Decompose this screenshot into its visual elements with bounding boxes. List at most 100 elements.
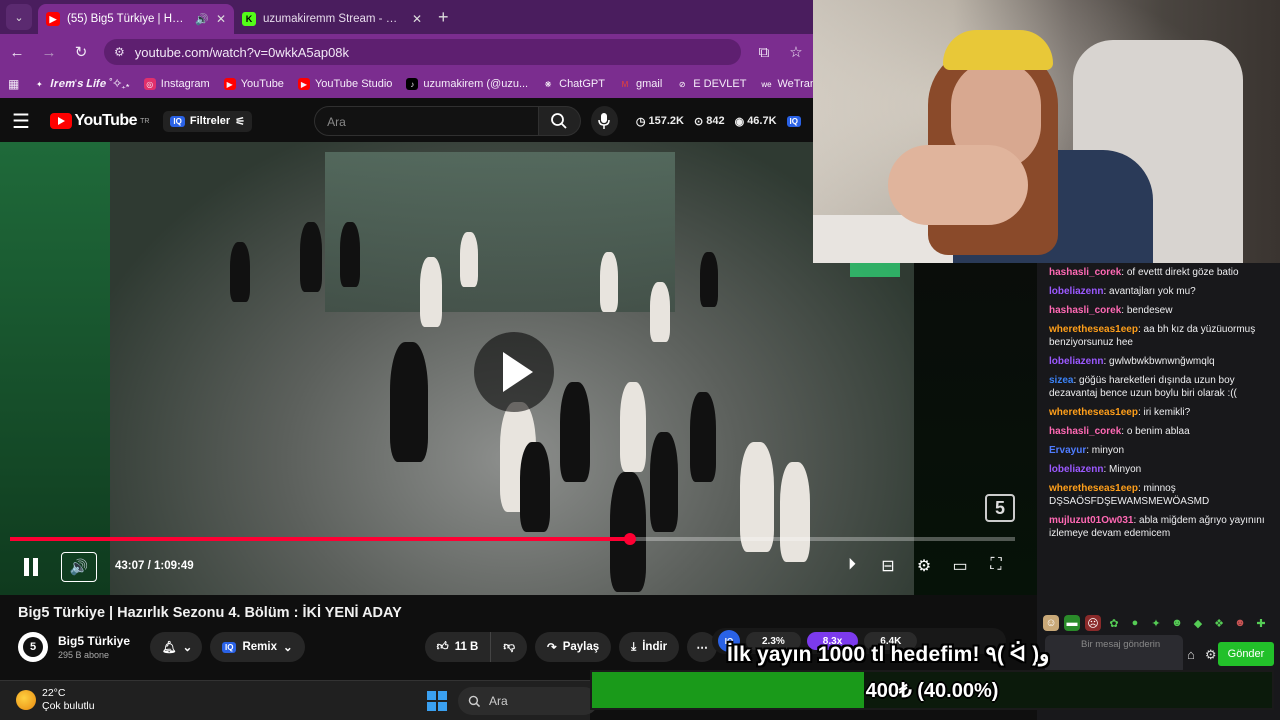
emote-icon[interactable]: ☻	[1232, 615, 1248, 631]
chat-text: : gwlwbwkbwnwnğwmqlq	[1103, 356, 1215, 367]
menu-hamburger-icon[interactable]: ☰	[12, 109, 38, 134]
emote-icon[interactable]: ☹	[1085, 615, 1101, 631]
settings-gear-icon[interactable]: ⚙	[1205, 647, 1217, 663]
emote-icon[interactable]: ◆	[1190, 615, 1206, 631]
chat-username[interactable]: lobeliazenn	[1049, 286, 1103, 297]
chat-username[interactable]: mujluzut01Ow031	[1049, 515, 1133, 526]
share-button[interactable]: ↷ Paylaş	[535, 632, 612, 662]
chat-username[interactable]: sizea	[1049, 375, 1073, 386]
send-button[interactable]: Gönder	[1218, 642, 1274, 666]
theater-mode-icon[interactable]: ▭	[950, 556, 970, 576]
chat-username[interactable]: lobeliazenn	[1049, 356, 1103, 367]
subtitles-icon[interactable]: ⊟	[878, 556, 898, 576]
chat-message: wheretheseas1eep: iri kemikli?	[1049, 403, 1275, 422]
chat-username[interactable]: hashasli_corek	[1049, 426, 1121, 437]
chatgpt-icon: ❋	[544, 79, 552, 89]
chat-username[interactable]: wheretheseas1eep	[1049, 483, 1138, 494]
chat-username[interactable]: hashasli_corek	[1049, 267, 1121, 278]
chat-username[interactable]: wheretheseas1eep	[1049, 407, 1138, 418]
bookmark-gmail[interactable]: Mgmail	[619, 78, 663, 90]
emote-icon[interactable]: ☻	[1169, 615, 1185, 631]
dislike-button[interactable]: 👎︎	[491, 632, 528, 662]
chat-username[interactable]: hashasli_corek	[1049, 305, 1121, 316]
reload-icon[interactable]: ↻	[72, 43, 90, 61]
progress-scrubber[interactable]	[624, 533, 637, 545]
fullscreen-icon[interactable]: ⛶	[986, 556, 1006, 576]
pause-icon[interactable]	[20, 552, 42, 582]
video-frame-left	[0, 142, 110, 595]
forward-arrow-icon[interactable]: →	[40, 44, 58, 61]
tiktok-icon: ♪	[406, 78, 419, 90]
tab-youtube[interactable]: ▶ (55) Big5 Türkiye | Hazırlık S 🔊 ✕	[38, 4, 234, 34]
youtube-logo[interactable]: YouTube TR	[49, 112, 150, 130]
video-dancer	[620, 382, 646, 472]
bookmark-wetransfer[interactable]: we WeTransfe	[760, 78, 813, 90]
emote-icon[interactable]: ●	[1127, 615, 1143, 631]
apps-grid-icon[interactable]: ▦	[8, 77, 19, 91]
bookmark-edevlet[interactable]: ⊘ E DEVLET	[676, 78, 747, 90]
close-tab-icon[interactable]: ✕	[412, 12, 422, 26]
back-arrow-icon[interactable]: ←	[8, 44, 26, 61]
windows-start-icon[interactable]	[427, 691, 447, 711]
taskbar-search[interactable]: Ara	[458, 687, 598, 715]
filters-button[interactable]: IQ Filtreler ⚟	[163, 110, 253, 132]
channel-name[interactable]: Big5 Türkiye	[58, 634, 130, 648]
emote-icon[interactable]: ❖	[1211, 615, 1227, 631]
weather-widget[interactable]: 22°C Çok bulutlu	[16, 687, 95, 713]
chat-text: : avantajları yok mu?	[1103, 286, 1196, 297]
notification-bell-button[interactable]: 🔔︎ ⌄	[150, 632, 203, 662]
bookmark-star-icon[interactable]: ☆	[787, 43, 805, 61]
new-tab-plus-icon[interactable]: +	[438, 7, 449, 28]
bookmark-youtube-studio[interactable]: ▶ YouTube Studio	[297, 78, 392, 90]
tab-search-dropdown[interactable]: ⌄	[6, 4, 32, 30]
channel-avatar[interactable]: 5	[18, 632, 48, 662]
search-input[interactable]: Ara	[314, 106, 539, 136]
chat-username[interactable]: wheretheseas1eep	[1049, 324, 1138, 335]
like-button[interactable]: 👍︎ 11 B	[424, 632, 492, 662]
more-dots-icon: ⋯	[696, 642, 708, 654]
cast-icon[interactable]: ⧉	[755, 44, 773, 61]
voice-search-button[interactable]	[590, 106, 618, 136]
stream-chat: hashasli_corek: of evettt direkt göze ba…	[1037, 263, 1280, 720]
volume-icon[interactable]: 🔊	[61, 552, 97, 582]
iq-badge-icon[interactable]: IQ	[786, 115, 801, 127]
emote-icon[interactable]: ✚	[1253, 615, 1269, 631]
site-settings-icon[interactable]: ⚙	[114, 45, 125, 59]
bookmark-chatgpt[interactable]: ❋ ChatGPT	[542, 78, 605, 90]
big-play-button[interactable]	[474, 332, 554, 412]
autoplay-toggle-icon[interactable]: ⏵	[842, 556, 862, 576]
youtube-studio-icon: ▶	[297, 78, 310, 90]
close-tab-icon[interactable]: ✕	[216, 12, 226, 26]
bookmark-instagram[interactable]: ◎ Instagram	[143, 78, 210, 90]
address-bar[interactable]: ⚙ youtube.com/watch?v=0wkkA5ap08k	[104, 39, 741, 65]
bookmark-youtube[interactable]: ▶ YouTube	[223, 78, 284, 90]
emote-icon[interactable]: ☺	[1043, 615, 1059, 631]
tab-kick[interactable]: K uzumakiremm Stream - Watch ✕	[234, 4, 430, 34]
audio-icon[interactable]: 🔊	[195, 13, 209, 26]
chat-username[interactable]: Ervayur	[1049, 445, 1086, 456]
progress-bar[interactable]	[10, 533, 1015, 545]
emote-icon[interactable]: ✿	[1106, 615, 1122, 631]
gift-icon[interactable]: ⌂	[1187, 647, 1195, 663]
region-code: TR	[140, 117, 150, 125]
windows-taskbar: 22°C Çok bulutlu Ara	[0, 680, 598, 720]
emote-icon[interactable]: ▬	[1064, 615, 1080, 631]
emote-icon[interactable]: ✦	[1148, 615, 1164, 631]
bookmark-label: YouTube	[240, 78, 284, 90]
chat-input[interactable]: Bir mesaj gönderin	[1045, 635, 1183, 675]
emote-bar: ☺ ▬ ☹ ✿ ● ✦ ☻ ◆ ❖ ☻ ✚	[1043, 615, 1269, 631]
video-dancer	[780, 462, 810, 562]
bookmark-tiktok[interactable]: ♪ uzumakirem (@uzu...	[406, 78, 528, 90]
search-button[interactable]	[538, 106, 581, 136]
remix-button[interactable]: IQ Remix ⌄	[210, 632, 305, 662]
iq-badge-icon: IQ	[222, 641, 237, 653]
bookmark-irems-life[interactable]: ✦ 𝑰𝒓𝒆𝒎'𝒔 𝑳𝒊𝒇𝒆 ˚✧₊⁎	[33, 78, 130, 91]
weather-desc: Çok bulutlu	[42, 700, 95, 712]
download-button[interactable]: ⤓ İndir	[619, 632, 680, 662]
video-dancer	[650, 432, 678, 532]
chat-message: lobeliazenn: gwlwbwkbwnwnğwmqlq	[1049, 352, 1275, 371]
settings-gear-icon[interactable]: ⚙	[914, 556, 934, 576]
chat-text: : Minyon	[1103, 464, 1142, 475]
chat-text: : of evettt direkt göze batio	[1121, 267, 1239, 278]
chat-username[interactable]: lobeliazenn	[1049, 464, 1103, 475]
